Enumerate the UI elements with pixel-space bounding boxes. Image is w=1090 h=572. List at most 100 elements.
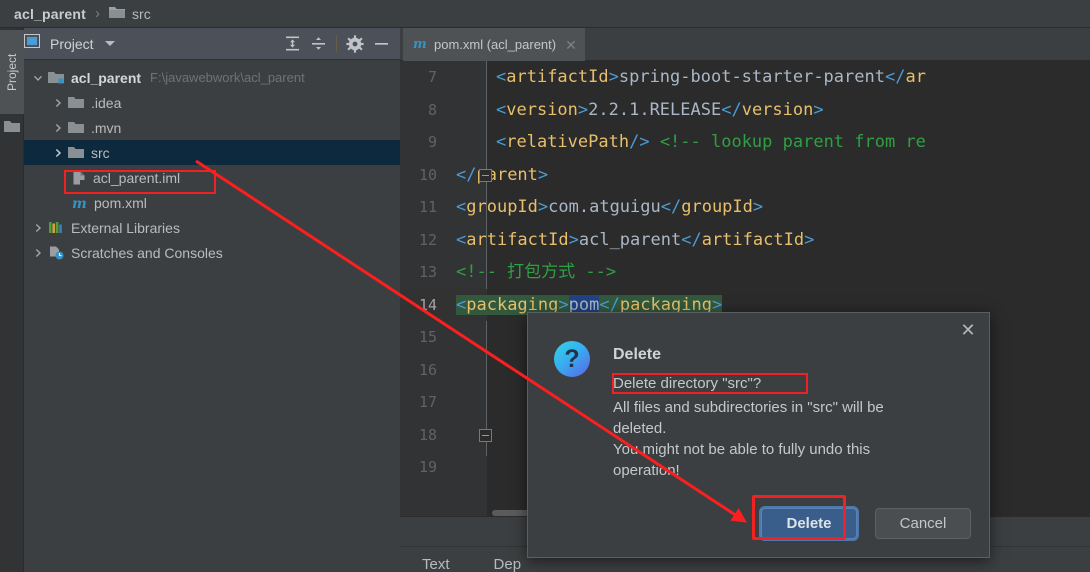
project-window-icon [24, 34, 40, 53]
tab-label: Text [422, 556, 450, 572]
line-content: <artifactId>acl_parent</artifactId> [456, 229, 815, 250]
line-content: </parent> [456, 164, 549, 185]
editor-tab-pom-xml[interactable]: m pom.xml (acl_parent) ✕ [403, 28, 585, 61]
tree-label: src [91, 144, 110, 161]
tree-row-acl-parent-iml[interactable]: acl_parent.iml [24, 165, 400, 190]
maven-file-icon: m [71, 195, 88, 211]
editor-tab-label: pom.xml (acl_parent) [434, 37, 557, 52]
code-line: 11 <groupId>com.atguigu</groupId> [400, 191, 1090, 224]
line-content: <version>2.2.1.RELEASE</version> [496, 99, 824, 120]
dialog-button-row: Delete Cancel [761, 508, 971, 539]
folder-icon [109, 6, 126, 22]
tree-label: External Libraries [71, 219, 180, 236]
line-number: 19 [418, 458, 437, 476]
breadcrumb: acl_parent › src [0, 0, 1090, 28]
tab-text[interactable]: Text [400, 547, 472, 572]
code-line: 7 <artifactId>spring-boot-starter-parent… [400, 61, 1090, 94]
tree-label: acl_parent [71, 69, 142, 86]
gear-icon[interactable] [342, 31, 368, 57]
svg-text:m: m [72, 196, 87, 211]
folder-icon[interactable] [4, 120, 20, 138]
tree-label: pom.xml [94, 194, 147, 211]
project-panel-title: Project [50, 35, 94, 52]
chevron-down-icon[interactable] [32, 72, 44, 84]
close-icon[interactable]: ✕ [957, 319, 979, 341]
line-number: 16 [418, 360, 437, 379]
project-panel-header: Project [24, 28, 400, 60]
maven-file-icon: m [413, 36, 428, 54]
folder-icon [68, 146, 85, 160]
svg-text:m: m [413, 37, 427, 51]
chevron-down-icon[interactable] [104, 41, 115, 46]
minimize-icon[interactable] [368, 31, 394, 57]
question-icon: ? [554, 341, 590, 377]
code-line: 9 <relativePath/> <!-- lookup parent fro… [400, 126, 1090, 159]
line-number: 7 [427, 68, 437, 86]
tree-row-external-libraries[interactable]: External Libraries [24, 215, 400, 240]
line-number: 12 [418, 230, 437, 249]
line-number: 15 [418, 328, 437, 346]
tree-row-pom-xml[interactable]: m pom.xml [24, 190, 400, 215]
chevron-right-icon[interactable] [52, 122, 64, 134]
tree-row-acl-parent[interactable]: acl_parent F:\javawebwork\acl_parent [24, 65, 400, 90]
tree-label: .mvn [91, 119, 122, 136]
line-number: 9 [427, 133, 437, 151]
line-number: 13 [418, 263, 437, 281]
tree-label: .idea [91, 94, 122, 111]
chevron-right-icon[interactable] [52, 147, 64, 159]
toolbar-divider [336, 35, 337, 52]
line-content: <groupId>com.atguigu</groupId> [456, 197, 764, 217]
iml-file-icon [71, 170, 87, 186]
expand-all-icon[interactable] [279, 31, 305, 57]
code-line: 13 <!-- 打包方式 --> [400, 256, 1090, 289]
tab-label: Dep [493, 556, 522, 572]
ide-window: acl_parent › src Project Project acl_par… [0, 0, 1090, 572]
editor-tab-bar: m pom.xml (acl_parent) ✕ [400, 28, 1090, 61]
dialog-question: Delete directory "src"? [613, 375, 762, 392]
dialog-title: Delete [613, 346, 662, 363]
breadcrumb-current[interactable]: src [132, 6, 151, 22]
fold-collapse-icon[interactable] [479, 168, 492, 182]
delete-confirmation-dialog: ✕ ? Delete Delete directory "src"? All f… [527, 312, 990, 558]
tree-module-path: F:\javawebwork\acl_parent [150, 70, 305, 85]
tree-row-idea[interactable]: .idea [24, 90, 400, 115]
line-number: 11 [418, 198, 437, 216]
code-line: 8 <version>2.2.1.RELEASE</version> [400, 94, 1090, 127]
line-content: <!-- 打包方式 --> [456, 262, 617, 282]
chevron-right-icon[interactable] [32, 222, 44, 234]
dialog-body-line-3: You might not be able to fully undo this [613, 441, 871, 458]
line-number: 17 [418, 393, 437, 411]
dialog-body: All files and subdirectories in "src" wi… [613, 397, 913, 481]
dialog-body-line-1: All files and subdirectories in "src" wi… [613, 399, 884, 416]
line-number: 18 [418, 425, 437, 444]
line-number: 14 [418, 295, 437, 314]
scratches-icon [48, 245, 65, 260]
project-tab-label: Project [5, 53, 19, 91]
project-panel-toolbar [279, 31, 400, 57]
breadcrumb-separator: › [95, 5, 101, 22]
project-tree[interactable]: acl_parent F:\javawebwork\acl_parent .id… [24, 60, 400, 572]
chevron-right-icon[interactable] [32, 247, 44, 259]
sidebar-item-project[interactable]: Project [0, 30, 24, 114]
close-icon[interactable]: ✕ [565, 38, 577, 52]
line-number: 8 [427, 100, 437, 119]
collapse-all-icon[interactable] [305, 31, 331, 57]
folder-icon [68, 96, 85, 110]
chevron-right-icon[interactable] [52, 97, 64, 109]
cancel-button[interactable]: Cancel [875, 508, 971, 539]
tree-row-mvn[interactable]: .mvn [24, 115, 400, 140]
tree-label: acl_parent.iml [93, 169, 181, 186]
question-mark-glyph: ? [564, 344, 580, 373]
code-line: 10 </parent> [400, 159, 1090, 192]
breadcrumb-project[interactable]: acl_parent [14, 6, 86, 22]
dialog-body-line-2: deleted. [613, 420, 667, 437]
tree-row-src[interactable]: src [24, 140, 400, 165]
line-content: <relativePath/> <!-- lookup parent from … [496, 132, 926, 152]
fold-collapse-icon[interactable] [479, 428, 492, 442]
line-number: 10 [418, 165, 437, 184]
delete-button[interactable]: Delete [761, 508, 857, 539]
tree-row-scratches-and-consoles[interactable]: Scratches and Consoles [24, 240, 400, 265]
line-content: <artifactId>spring-boot-starter-parent</… [496, 67, 926, 87]
left-tool-strip: Project [0, 28, 24, 572]
project-tool-window: Project acl_parent F:\javawebwork\acl_pa… [24, 28, 400, 572]
